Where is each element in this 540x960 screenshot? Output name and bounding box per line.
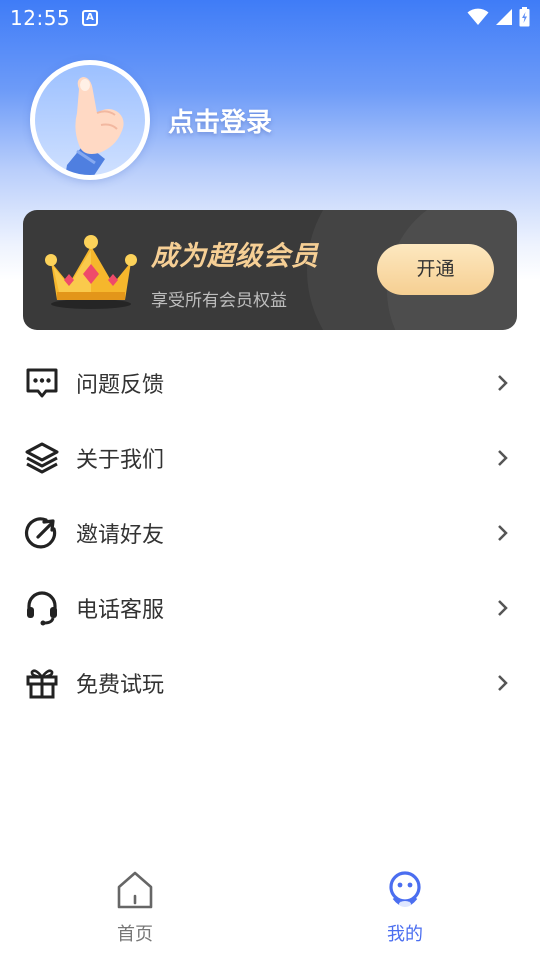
- tab-label: 首页: [117, 924, 153, 945]
- tab-mine[interactable]: 我的: [345, 870, 465, 946]
- gift-icon: [23, 664, 61, 702]
- status-time: 12:55: [10, 6, 71, 30]
- menu-item-feedback[interactable]: 问题反馈: [0, 345, 540, 420]
- menu-item-label: 邀请好友: [76, 522, 165, 548]
- hand-gesture-avatar: [35, 65, 145, 175]
- crown-icon: [45, 235, 137, 309]
- vip-title: 成为超级会员: [151, 241, 319, 272]
- share-arrow-icon: [23, 514, 61, 552]
- menu-item-invite[interactable]: 邀请好友: [0, 495, 540, 570]
- chat-bubble-icon: [23, 364, 61, 402]
- menu-list: 问题反馈 关于我们 邀请好友 电话客服 免费试玩: [0, 345, 540, 720]
- wifi-icon: [467, 8, 489, 25]
- menu-item-label: 电话客服: [76, 597, 165, 623]
- tab-label: 我的: [387, 924, 423, 945]
- menu-item-label: 关于我们: [76, 447, 165, 473]
- profile-face-icon: [389, 871, 421, 907]
- tab-home[interactable]: 首页: [75, 870, 195, 946]
- menu-item-label: 问题反馈: [76, 372, 165, 398]
- headset-icon: [23, 589, 61, 627]
- vip-activate-button[interactable]: 开通: [377, 244, 494, 295]
- home-icon: [117, 871, 153, 909]
- chevron-right-icon: [498, 449, 508, 466]
- battery-icon: [519, 7, 530, 27]
- menu-item-label: 免费试玩: [76, 672, 165, 698]
- chevron-right-icon: [498, 599, 508, 616]
- status-bar: 12:55 A: [0, 0, 540, 36]
- chevron-right-icon: [498, 374, 508, 391]
- app-notification-icon: A: [82, 10, 98, 26]
- menu-item-free-trial[interactable]: 免费试玩: [0, 645, 540, 720]
- vip-card[interactable]: 成为超级会员 享受所有会员权益 开通: [23, 210, 517, 330]
- cell-signal-icon: [496, 9, 512, 25]
- chevron-right-icon: [498, 674, 508, 691]
- login-prompt[interactable]: 点击登录: [168, 102, 272, 139]
- chevron-right-icon: [498, 524, 508, 541]
- status-icons: [467, 7, 530, 27]
- menu-item-about[interactable]: 关于我们: [0, 420, 540, 495]
- bottom-tab-bar: 首页 我的: [0, 860, 540, 960]
- profile-screen: 12:55 A 点击登录 成为超级会员 享受所有会员权益 开通 问题反馈 关于我…: [0, 0, 540, 960]
- avatar[interactable]: [30, 60, 150, 180]
- vip-subtitle: 享受所有会员权益: [151, 291, 287, 311]
- layers-icon: [23, 439, 61, 477]
- menu-item-customer-service[interactable]: 电话客服: [0, 570, 540, 645]
